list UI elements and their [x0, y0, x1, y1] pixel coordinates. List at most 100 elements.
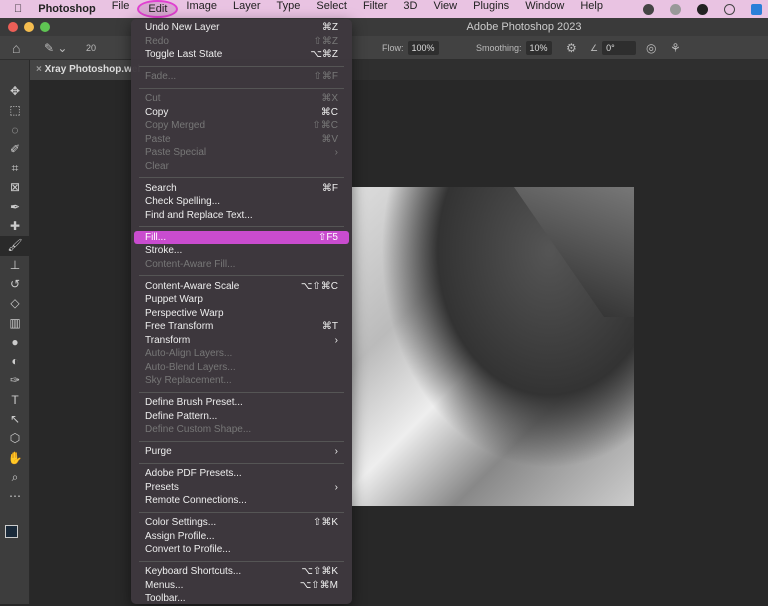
creative-cloud-icon[interactable] — [643, 3, 654, 15]
menu-item-adobe-pdf-presets[interactable]: Adobe PDF Presets... — [131, 467, 352, 481]
type-tool-icon[interactable]: T — [0, 391, 30, 410]
menu-item-sky-replacement[interactable]: Sky Replacement... — [131, 374, 352, 388]
gear-icon[interactable]: ⚙ — [566, 36, 577, 60]
menu-layer[interactable]: Layer — [225, 0, 269, 18]
hand-tool-icon[interactable]: ✋ — [0, 449, 30, 468]
shape-tool-icon[interactable]: ⬡ — [0, 429, 30, 448]
menu-item-content-aware-fill[interactable]: Content-Aware Fill... — [131, 258, 352, 272]
menu-item-paste[interactable]: Paste ⌘V — [131, 133, 352, 147]
menu-item-define-custom-shape[interactable]: Define Custom Shape... — [131, 423, 352, 437]
menu-edit[interactable]: Edit — [137, 0, 179, 18]
menu-filter[interactable]: Filter — [355, 0, 395, 18]
menu-item-auto-align-layers[interactable]: Auto-Align Layers... — [131, 347, 352, 361]
menu-separator — [139, 226, 344, 227]
crop-tool-icon[interactable]: ⌗ — [0, 159, 30, 178]
path-select-tool-icon[interactable]: ↖ — [0, 410, 30, 429]
menu-item-remote-connections[interactable]: Remote Connections... — [131, 494, 352, 508]
close-button[interactable] — [8, 22, 18, 32]
more-tool-icon[interactable]: ⋯ — [0, 487, 30, 506]
menu-item-assign-profile[interactable]: Assign Profile... — [131, 530, 352, 544]
quick-select-tool-icon[interactable]: ✐ — [0, 140, 30, 159]
close-tab-icon[interactable]: × — [36, 64, 45, 75]
menu-item-define-pattern[interactable]: Define Pattern... — [131, 410, 352, 424]
menu-item-fill[interactable]: Fill... ⇧F5 — [134, 230, 349, 244]
pen-tool-icon[interactable]: ✑ — [0, 371, 30, 390]
menu-item-check-spelling[interactable]: Check Spelling... — [131, 195, 352, 209]
home-icon[interactable]: ⌂ — [12, 36, 20, 60]
menu-help[interactable]: Help — [572, 0, 611, 18]
grammarly-icon[interactable] — [697, 3, 708, 15]
shortcut-label: ⌘F — [321, 182, 338, 194]
history-brush-tool-icon[interactable]: ↺ — [0, 275, 30, 294]
dodge-tool-icon[interactable]: ◐ — [0, 352, 30, 371]
submenu-chevron-icon: › — [334, 334, 338, 346]
menu-image[interactable]: Image — [178, 0, 225, 18]
menu-item-convert-to-profile[interactable]: Convert to Profile... — [131, 543, 352, 557]
menu-item-toggle-last-state[interactable]: Toggle Last State ⌥⌘Z — [131, 48, 352, 62]
menu-item-paste-special[interactable]: Paste Special › — [131, 146, 352, 160]
menu-item-menus[interactable]: Menus... ⌥⇧⌘M — [131, 579, 352, 593]
app-menu[interactable]: Photoshop — [30, 3, 103, 15]
gradient-tool-icon[interactable]: ▥ — [0, 314, 30, 333]
menu-item-keyboard-shortcuts[interactable]: Keyboard Shortcuts... ⌥⇧⌘K — [131, 565, 352, 579]
menu-item-presets[interactable]: Presets › — [131, 481, 352, 495]
menu-3d[interactable]: 3D — [395, 0, 425, 18]
menu-item-copy[interactable]: Copy ⌘C — [131, 106, 352, 120]
brush-tool-icon[interactable]: 🖌 — [0, 236, 30, 256]
menu-item-perspective-warp[interactable]: Perspective Warp — [131, 307, 352, 321]
menu-item-color-settings[interactable]: Color Settings... ⇧⌘K — [131, 516, 352, 530]
shortcut-label: ⌘X — [321, 93, 338, 104]
flow-input[interactable]: 100% — [407, 41, 439, 55]
menu-item-auto-blend-layers[interactable]: Auto-Blend Layers... — [131, 361, 352, 375]
stamp-tool-icon[interactable]: ⊥ — [0, 256, 30, 275]
menu-file[interactable]: File — [104, 0, 138, 18]
symmetry-icon[interactable]: ⚘ — [670, 36, 681, 60]
lasso-tool-icon[interactable]: ◌ — [0, 121, 30, 140]
menu-item-search[interactable]: Search ⌘F — [131, 182, 352, 196]
brush-size[interactable]: 20 — [86, 36, 96, 60]
menu-view[interactable]: View — [425, 0, 465, 18]
healing-tool-icon[interactable]: ✚ — [0, 217, 30, 236]
frame-tool-icon[interactable]: ⊠ — [0, 178, 30, 197]
menu-item-fade[interactable]: Fade... ⇧⌘F — [131, 70, 352, 84]
menu-item-copy-merged[interactable]: Copy Merged ⇧⌘C — [131, 119, 352, 133]
menu-item-puppet-warp[interactable]: Puppet Warp — [131, 293, 352, 307]
menu-item-free-transform[interactable]: Free Transform ⌘T — [131, 320, 352, 334]
status-icon[interactable] — [670, 3, 681, 15]
menu-item-toolbar[interactable]: Toolbar... — [131, 592, 352, 606]
minimize-button[interactable] — [24, 22, 34, 32]
menu-type[interactable]: Type — [269, 0, 309, 18]
menu-item-content-aware-scale[interactable]: Content-Aware Scale ⌥⇧⌘C — [131, 280, 352, 294]
document-tab[interactable]: × Xray Photoshop.webp — [30, 60, 140, 80]
menu-item-stroke[interactable]: Stroke... — [131, 244, 352, 258]
apple-menu-icon[interactable]:  — [0, 3, 30, 15]
menu-select[interactable]: Select — [308, 0, 355, 18]
menu-item-purge[interactable]: Purge › — [131, 445, 352, 459]
zoom-button[interactable] — [40, 22, 50, 32]
zoom-tool-icon[interactable]: ⌕ — [0, 468, 30, 487]
eyedropper-tool-icon[interactable]: ✒ — [0, 198, 30, 217]
color-swatches[interactable] — [0, 517, 29, 551]
menu-item-redo[interactable]: Redo ⇧⌘Z — [131, 35, 352, 49]
canvas-image[interactable] — [352, 187, 634, 506]
menu-item-find-and-replace-text[interactable]: Find and Replace Text... — [131, 209, 352, 223]
menu-window[interactable]: Window — [517, 0, 572, 18]
move-tool-icon[interactable]: ✥ — [0, 82, 30, 101]
shortcut-label: ⌥⇧⌘M — [299, 579, 338, 591]
menu-plugins[interactable]: Plugins — [465, 0, 517, 18]
pressure-icon[interactable]: ◎ — [646, 36, 656, 60]
menu-item-cut[interactable]: Cut ⌘X — [131, 92, 352, 106]
angle-input[interactable]: 0° — [602, 41, 637, 55]
shield-icon[interactable] — [751, 3, 762, 15]
marquee-tool-icon[interactable]: ⬚ — [0, 101, 30, 120]
play-icon[interactable] — [724, 3, 735, 15]
blur-tool-icon[interactable]: ● — [0, 333, 30, 352]
smoothing-input[interactable]: 10% — [525, 41, 552, 55]
menu-item-undo-new-layer[interactable]: Undo New Layer ⌘Z — [131, 21, 352, 35]
menu-item-transform[interactable]: Transform › — [131, 334, 352, 348]
brush-preset-icon[interactable]: ✎ ⌄ — [44, 36, 67, 60]
menu-item-define-brush-preset[interactable]: Define Brush Preset... — [131, 396, 352, 410]
menu-item-clear[interactable]: Clear — [131, 160, 352, 174]
eraser-tool-icon[interactable]: ◇ — [0, 294, 30, 313]
menu-item-label: Keyboard Shortcuts... — [145, 566, 242, 577]
